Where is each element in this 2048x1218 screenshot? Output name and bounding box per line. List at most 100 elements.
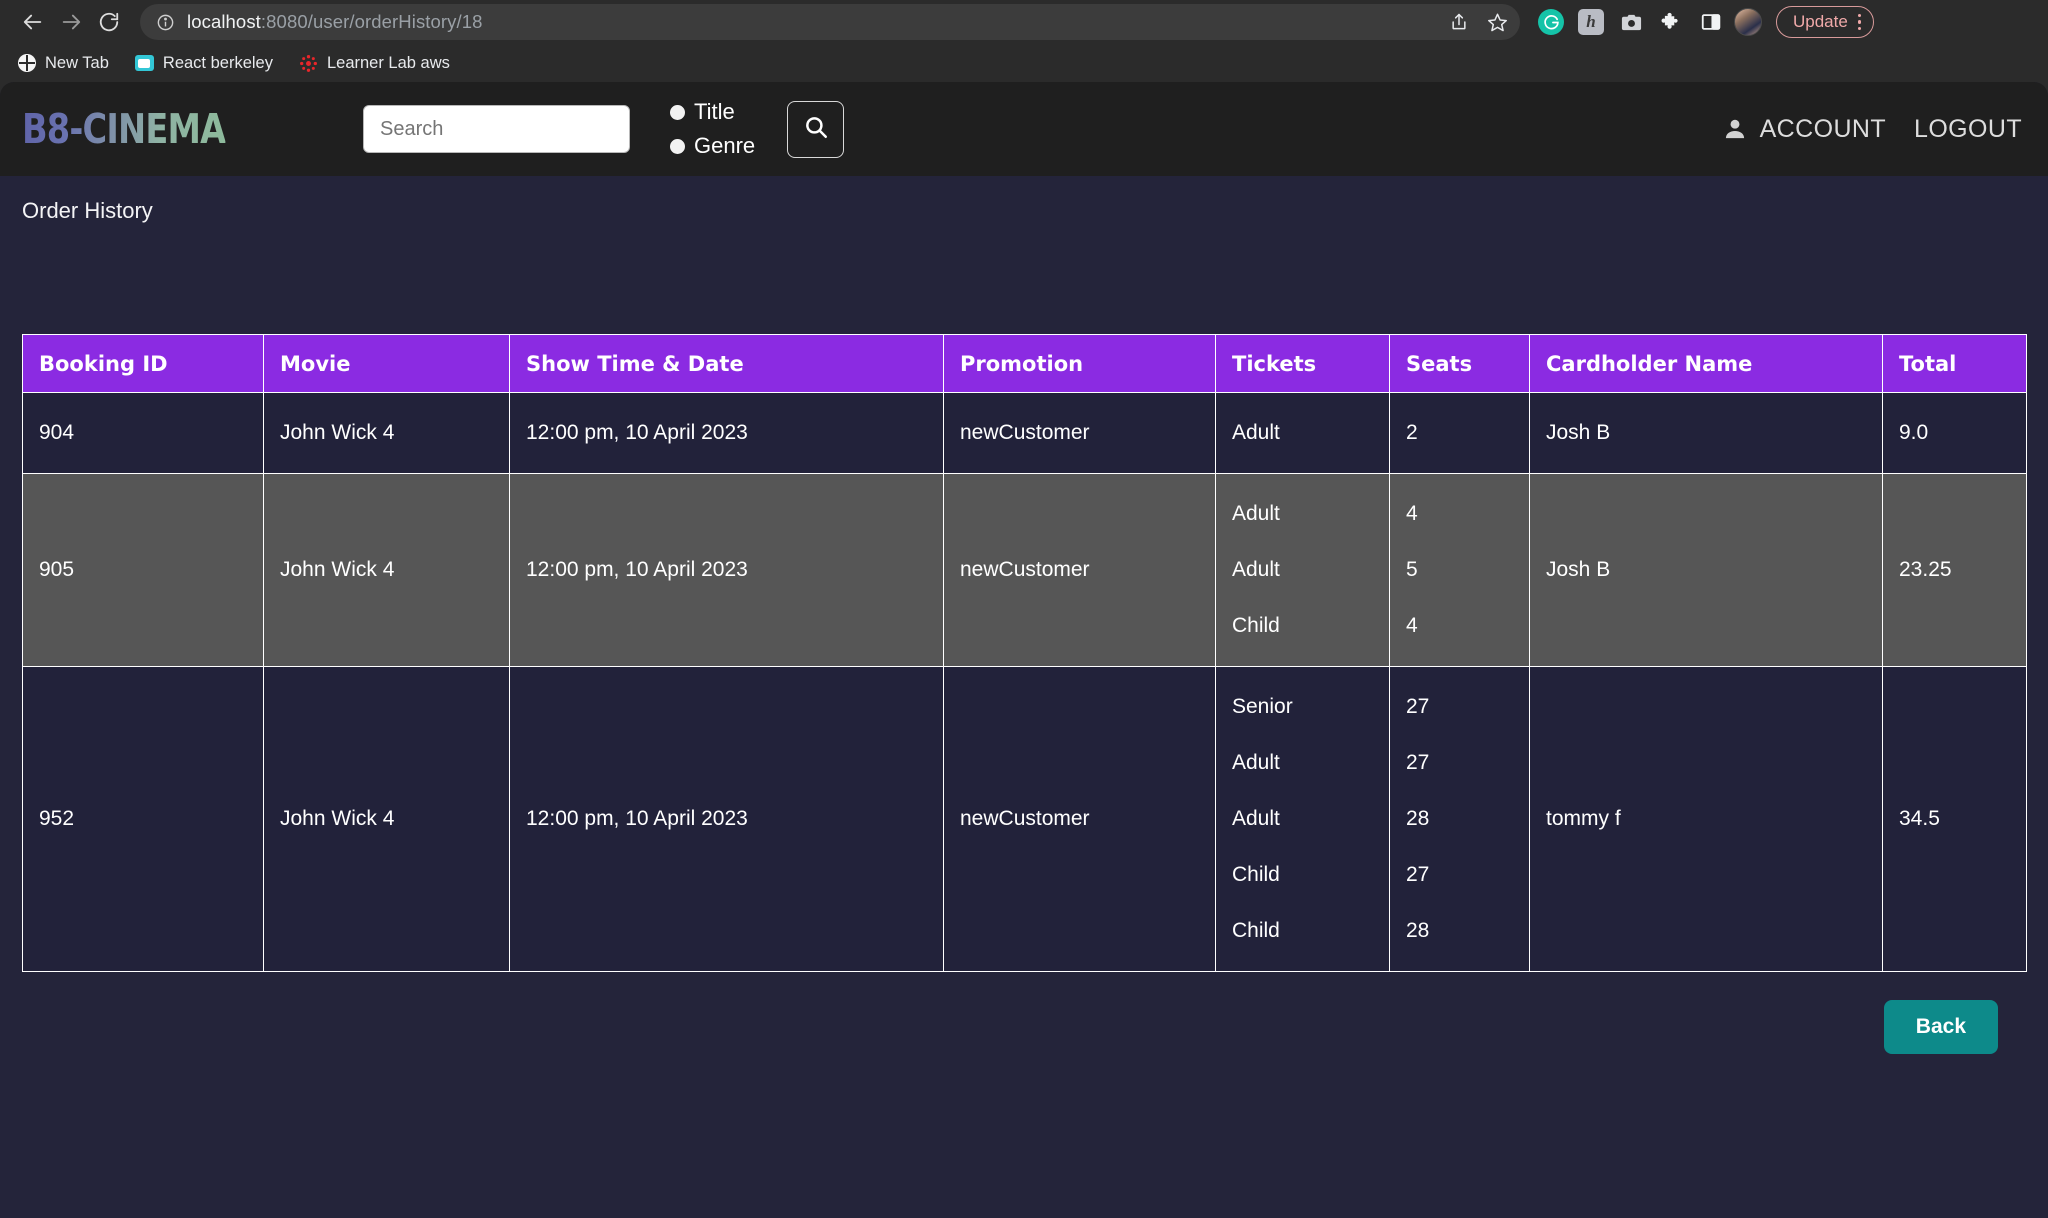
canvas-icon: [299, 54, 318, 73]
cell-movie: John Wick 4: [263, 473, 510, 667]
seat-number: 28: [1406, 919, 1430, 942]
url-text: localhost:8080/user/orderHistory/18: [187, 11, 483, 33]
ticket-type: Adult: [1232, 502, 1280, 525]
column-header-promotion[interactable]: Promotion: [943, 334, 1216, 393]
bookmark-label: New Tab: [45, 53, 109, 72]
column-header-tickets[interactable]: Tickets: [1215, 334, 1390, 393]
kebab-menu-icon[interactable]: [1857, 13, 1862, 31]
ticket-type: Adult: [1232, 558, 1280, 581]
bookmark-label: Learner Lab aws: [326, 53, 450, 72]
search-mode-group: Title Genre: [670, 99, 755, 159]
url-host: localhost: [187, 11, 261, 32]
cell-movie: John Wick 4: [263, 392, 510, 474]
site-logo[interactable]: B8-CINEMA: [22, 105, 226, 153]
back-arrow-icon[interactable]: [14, 3, 52, 41]
seat-number-list: 2: [1406, 405, 1513, 461]
ticket-type: Child: [1232, 919, 1280, 942]
site-header: B8-CINEMA Title Genre: [0, 82, 2048, 176]
address-bar[interactable]: localhost:8080/user/orderHistory/18: [140, 4, 1520, 40]
ticket-type: Child: [1232, 614, 1280, 637]
bookmark-learner-lab-aws[interactable]: Learner Lab aws: [299, 54, 450, 73]
star-icon[interactable]: [1478, 3, 1516, 41]
ticket-type: Adult: [1232, 421, 1280, 444]
search-mode-label: Title: [694, 99, 735, 124]
cell-cardholder: Josh B: [1529, 392, 1883, 474]
search-mode-label: Genre: [694, 133, 756, 158]
url-path: :8080/user/orderHistory/18: [260, 11, 483, 32]
search-area: Title Genre: [363, 99, 845, 159]
cell-promotion: newCustomer: [943, 666, 1216, 972]
extensions-puzzle-icon[interactable]: [1654, 5, 1688, 39]
column-header-cardholder[interactable]: Cardholder Name: [1529, 334, 1883, 393]
seat-number-list: 27 27 28 27 28: [1406, 679, 1513, 959]
bookmark-new-tab[interactable]: New Tab: [18, 54, 109, 73]
screenshot-extension-icon[interactable]: [1614, 5, 1648, 39]
table-header-row: Booking ID Movie Show Time & Date Promot…: [22, 334, 2027, 393]
seat-number: 28: [1406, 807, 1430, 830]
logout-link[interactable]: LOGOUT: [1914, 115, 2022, 144]
magnifier-icon: [803, 114, 829, 145]
cell-seats: 2: [1389, 392, 1530, 474]
ticket-type: Child: [1232, 863, 1280, 886]
radio-genre-icon[interactable]: [670, 138, 685, 154]
ticket-type: Adult: [1232, 751, 1280, 774]
cell-show-time: 12:00 pm, 10 April 2023: [509, 473, 944, 667]
cell-tickets: Adult: [1215, 392, 1390, 474]
search-mode-genre[interactable]: Genre: [670, 133, 755, 159]
table-row[interactable]: 904 John Wick 4 12:00 pm, 10 April 2023 …: [22, 392, 2027, 474]
extension-toolbar: h Update: [1534, 5, 1875, 39]
cell-booking-id: 904: [22, 392, 264, 474]
page-viewport: B8-CINEMA Title Genre: [0, 82, 2048, 1218]
column-header-movie[interactable]: Movie: [263, 334, 510, 393]
cell-tickets: Senior Adult Adult Child Child: [1215, 666, 1390, 972]
browser-toolbar: localhost:8080/user/orderHistory/18 h Up…: [0, 0, 2048, 44]
cell-total: 9.0: [1882, 392, 2027, 474]
search-input[interactable]: [363, 105, 630, 153]
reload-icon[interactable]: [90, 3, 128, 41]
radio-title-icon[interactable]: [670, 104, 685, 120]
seat-number: 2: [1406, 421, 1418, 444]
profile-avatar[interactable]: [1734, 8, 1762, 36]
seat-number: 5: [1406, 558, 1418, 581]
seat-number: 27: [1406, 695, 1430, 718]
table-row[interactable]: 905 John Wick 4 12:00 pm, 10 April 2023 …: [22, 473, 2027, 667]
seat-number: 4: [1406, 614, 1418, 637]
site-info-icon[interactable]: [156, 13, 175, 32]
cell-promotion: newCustomer: [943, 473, 1216, 667]
column-header-show-time[interactable]: Show Time & Date: [509, 334, 944, 393]
seat-number: 27: [1406, 751, 1430, 774]
search-submit-button[interactable]: [787, 100, 845, 158]
column-header-seats[interactable]: Seats: [1389, 334, 1530, 393]
cell-cardholder: tommy f: [1529, 666, 1883, 972]
cell-tickets: Adult Adult Child: [1215, 473, 1390, 667]
seat-number-list: 4 5 4: [1406, 486, 1513, 654]
update-button[interactable]: Update: [1776, 6, 1875, 38]
cell-promotion: newCustomer: [943, 392, 1216, 474]
column-header-total[interactable]: Total: [1882, 334, 2027, 393]
ticket-type-list: Adult: [1232, 405, 1373, 461]
column-header-booking-id[interactable]: Booking ID: [22, 334, 264, 393]
cell-booking-id: 905: [22, 473, 264, 667]
ticket-type: Adult: [1232, 807, 1280, 830]
account-label: ACCOUNT: [1759, 114, 1887, 143]
order-history-table: Booking ID Movie Show Time & Date Promot…: [22, 334, 2027, 972]
honey-extension-icon[interactable]: h: [1574, 5, 1608, 39]
cell-seats: 27 27 28 27 28: [1389, 666, 1530, 972]
back-button[interactable]: Back: [1883, 1000, 1998, 1054]
ticket-type-list: Senior Adult Adult Child Child: [1232, 679, 1373, 959]
side-panel-icon[interactable]: [1694, 5, 1728, 39]
share-icon[interactable]: [1440, 3, 1478, 41]
account-link[interactable]: ACCOUNT: [1722, 115, 1886, 144]
grammarly-extension-icon[interactable]: [1534, 5, 1568, 39]
react-app-icon: [134, 55, 154, 71]
seat-number: 4: [1406, 502, 1418, 525]
bookmark-react-berkeley[interactable]: React berkeley: [134, 54, 273, 73]
table-row[interactable]: 952 John Wick 4 12:00 pm, 10 April 2023 …: [22, 666, 2027, 972]
search-mode-title[interactable]: Title: [670, 99, 755, 125]
bookmarks-bar: New Tab React berkeley Learner Lab aws: [0, 44, 2048, 82]
cell-total: 23.25: [1882, 473, 2027, 667]
seat-number: 27: [1406, 863, 1430, 886]
table-footer-actions: Back: [22, 972, 2026, 1054]
cell-show-time: 12:00 pm, 10 April 2023: [509, 392, 944, 474]
forward-arrow-icon[interactable]: [52, 3, 90, 41]
